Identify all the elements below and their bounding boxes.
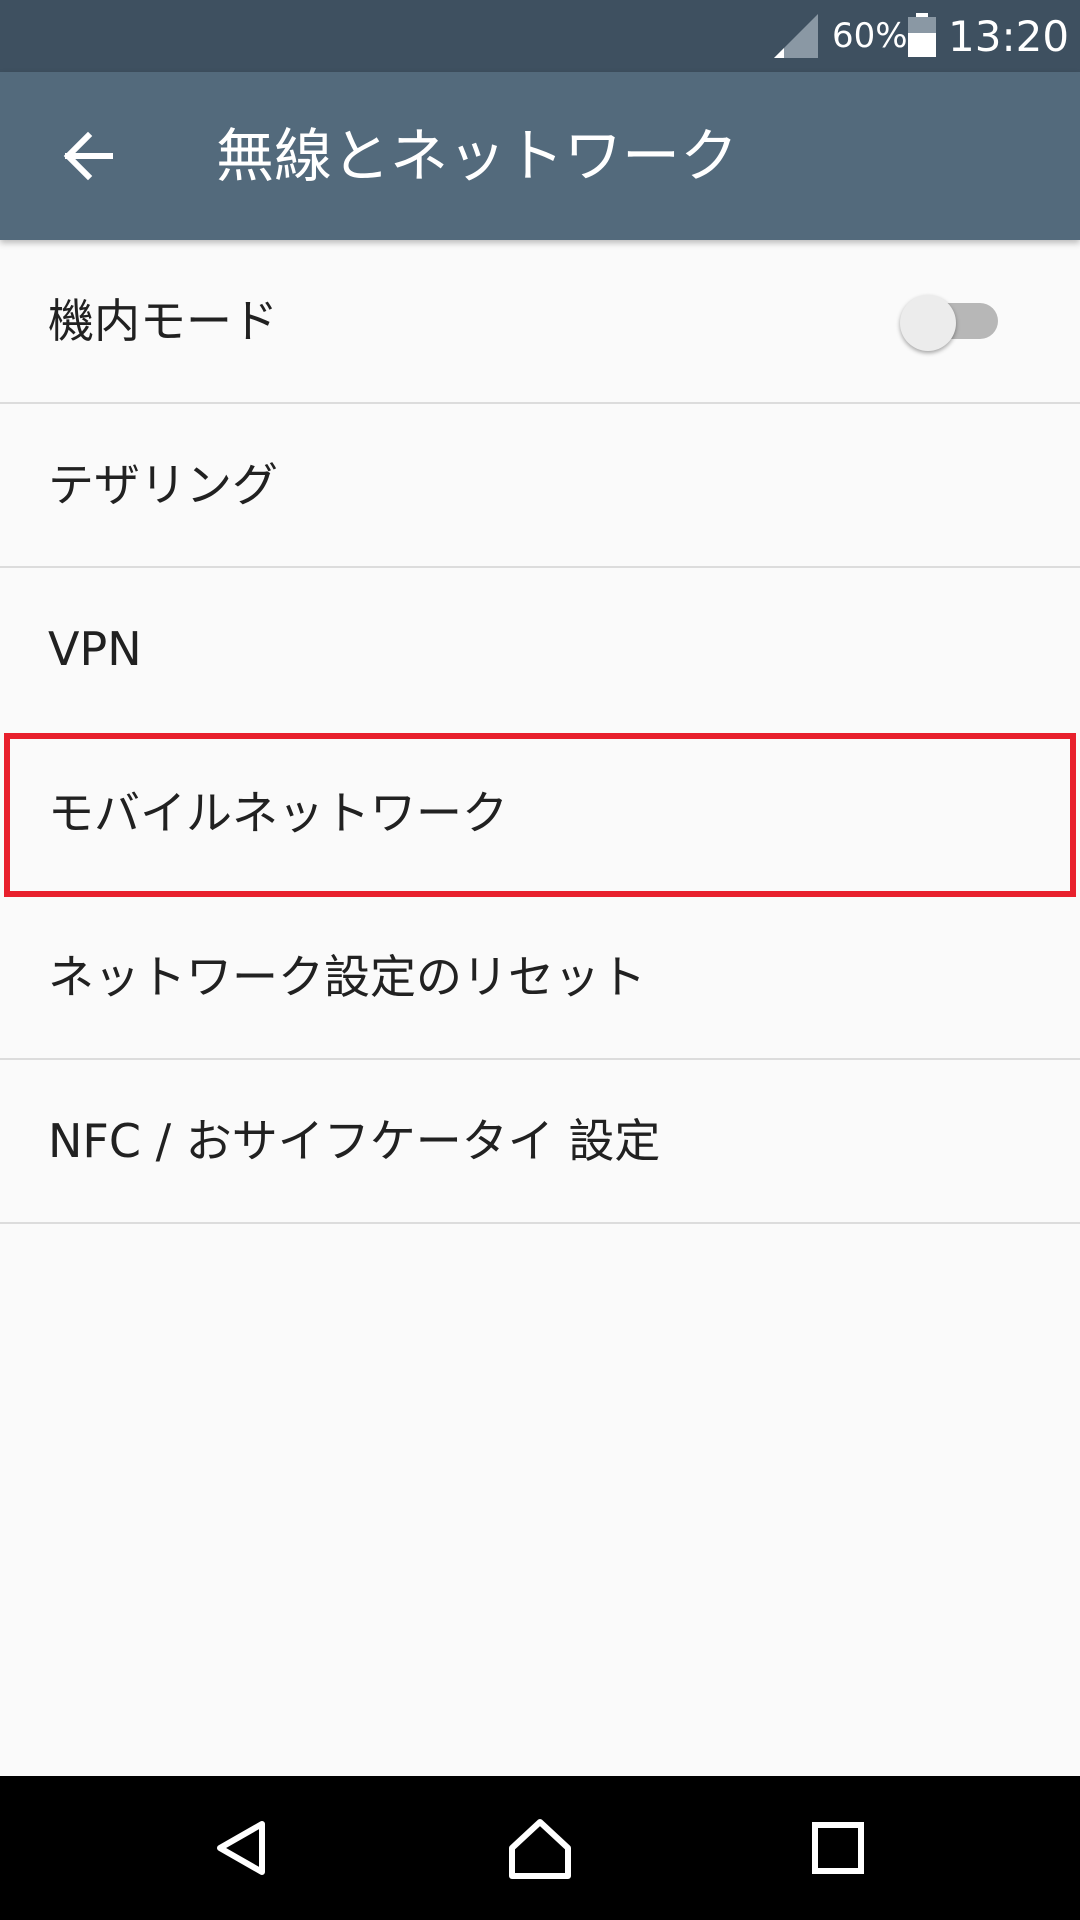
battery-icon [908, 13, 936, 57]
signal-icon [774, 14, 818, 58]
back-triangle-icon [217, 1821, 265, 1875]
list-item-label: モバイルネットワーク [48, 786, 508, 840]
list-item-mobile-network[interactable]: モバイルネットワーク [0, 732, 1080, 896]
list-item-network-reset[interactable]: ネットワーク設定のリセット [0, 896, 1080, 1060]
nav-home-button[interactable] [492, 1800, 588, 1896]
home-icon [509, 1819, 571, 1879]
recents-icon [812, 1822, 864, 1874]
list-item-nfc[interactable]: NFC / おサイフケータイ 設定 [0, 1060, 1080, 1224]
app-bar: 無線とネットワーク [0, 72, 1080, 240]
list-item-airplane-mode[interactable]: 機内モード [0, 240, 1080, 404]
toggle-thumb [900, 295, 956, 351]
clock: 13:20 [948, 12, 1070, 61]
nav-bar [0, 1776, 1080, 1920]
list-item-label: ネットワーク設定のリセット [48, 950, 646, 1004]
status-bar: 60% 13:20 [0, 0, 1080, 72]
arrow-left-icon [63, 131, 113, 181]
list-item-label: NFC / おサイフケータイ 設定 [48, 1114, 661, 1168]
list-item-label: テザリング [48, 458, 278, 512]
nav-recents-button[interactable] [790, 1800, 886, 1896]
battery-percent: 60% [832, 16, 908, 56]
nav-back-button[interactable] [194, 1800, 290, 1896]
page-title: 無線とネットワーク [216, 122, 739, 190]
list-item-label: VPN [48, 622, 142, 676]
screen: 60% 13:20 無線とネットワーク 機内モード テザリング VPN モバイル… [0, 0, 1080, 1920]
list-item-vpn[interactable]: VPN [0, 568, 1080, 732]
settings-list: 機内モード テザリング VPN モバイルネットワーク ネットワーク設定のリセット… [0, 240, 1080, 1224]
list-item-tethering[interactable]: テザリング [0, 404, 1080, 568]
list-item-label: 機内モード [48, 294, 278, 348]
back-button[interactable] [44, 112, 132, 200]
airplane-mode-toggle[interactable] [900, 295, 1000, 351]
